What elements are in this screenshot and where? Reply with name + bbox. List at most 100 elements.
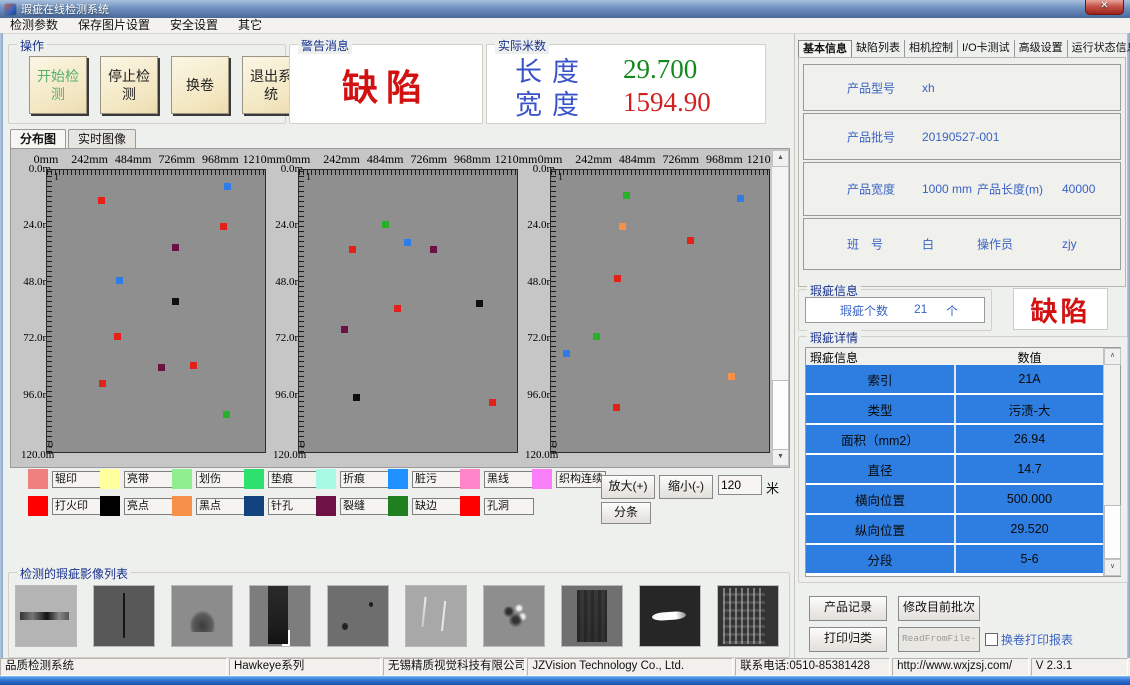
detail-row-面积（mm2）[interactable]: 面积（mm2）26.94 bbox=[806, 425, 1103, 455]
detail-row-纵向位置[interactable]: 纵向位置29.520 bbox=[806, 515, 1103, 545]
chart-scrollbar[interactable]: ▲▼ bbox=[771, 150, 788, 466]
scroll-down-arrow[interactable]: ∨ bbox=[1104, 559, 1121, 576]
status-segment: JZVision Technology Co., Ltd. bbox=[527, 658, 733, 676]
defect-marker bbox=[116, 277, 123, 284]
defect-thumbnail[interactable] bbox=[405, 585, 467, 647]
detail-row-横向位置[interactable]: 横向位置500.000 bbox=[806, 485, 1103, 515]
defect-marker bbox=[394, 305, 401, 312]
defect-thumbnail[interactable] bbox=[483, 585, 545, 647]
legend-label: 脏污 bbox=[412, 471, 462, 488]
plot-ruler-x bbox=[299, 170, 517, 175]
tab-分布图[interactable]: 分布图 bbox=[10, 129, 66, 149]
defect-thumbnail[interactable] bbox=[717, 585, 779, 647]
tab-缺陷列表[interactable]: 缺陷列表 bbox=[852, 40, 905, 57]
defect-marker bbox=[223, 411, 230, 418]
detail-table-scrollbar[interactable]: ∧∨ bbox=[1103, 348, 1120, 576]
zoom-in-button[interactable]: 放大(+) bbox=[601, 475, 655, 499]
op-button-换卷[interactable]: 换卷 bbox=[171, 56, 229, 114]
plot-area: 10 bbox=[550, 169, 770, 453]
defect-thumbnail[interactable] bbox=[15, 585, 77, 647]
status-segment: 联系电话:0510-85381428 bbox=[735, 658, 890, 676]
tab-高级设置[interactable]: 高级设置 bbox=[1015, 40, 1068, 57]
meter-label: 宽度 bbox=[515, 83, 623, 122]
print-sort-button[interactable]: 打印归类 bbox=[809, 627, 887, 652]
detail-cell-label: 面积（mm2） bbox=[806, 425, 956, 453]
product-field-value: zjy bbox=[1062, 237, 1077, 251]
plot-corner-label-top: 1 bbox=[54, 172, 59, 183]
legend-item-针孔: 针孔 bbox=[244, 496, 318, 516]
detail-row-直径[interactable]: 直径14.7 bbox=[806, 455, 1103, 485]
legend-item-脏污: 脏污 bbox=[388, 469, 462, 489]
detail-cell-value: 21A bbox=[956, 365, 1103, 393]
x-axis-tick: 968mm bbox=[454, 152, 491, 167]
menu-item-其它[interactable]: 其它 bbox=[228, 18, 272, 33]
legend-swatch bbox=[460, 469, 480, 489]
defect-image-list-title: 检测的瑕疵影像列表 bbox=[17, 565, 131, 582]
status-segment: 品质检测系统 bbox=[0, 658, 227, 676]
plot-corner-label-bottom: 0 bbox=[300, 440, 305, 451]
scatter-chart-1: 0mm242mm484mm726mm968mm1210mm0.0m24.0m48… bbox=[21, 149, 273, 467]
zoom-out-button[interactable]: 缩小(-) bbox=[659, 475, 713, 499]
scroll-up-arrow[interactable]: ∧ bbox=[1104, 348, 1121, 365]
defect-marker bbox=[613, 404, 620, 411]
meter-range-input[interactable] bbox=[718, 475, 762, 495]
detail-cell-label: 类型 bbox=[806, 395, 956, 423]
op-button-停止检测[interactable]: 停止检测 bbox=[100, 56, 158, 114]
x-axis-tick: 726mm bbox=[410, 152, 447, 167]
legend-label: 缺边 bbox=[412, 498, 462, 515]
detail-row-分段[interactable]: 分段5-6 bbox=[806, 545, 1103, 575]
tab-基本信息[interactable]: 基本信息 bbox=[798, 40, 852, 57]
view-tabs: 分布图实时图像 bbox=[10, 129, 138, 149]
defect-thumbnail[interactable] bbox=[639, 585, 701, 647]
product-field-label: 操作员 bbox=[977, 236, 1013, 253]
defect-marker bbox=[382, 221, 389, 228]
x-axis-tick: 242mm bbox=[71, 152, 108, 167]
defect-marker bbox=[593, 333, 600, 340]
tab-相机控制[interactable]: 相机控制 bbox=[905, 40, 958, 57]
legend-label: 折痕 bbox=[340, 471, 390, 488]
tab-实时图像[interactable]: 实时图像 bbox=[68, 129, 136, 149]
menu-item-保存图片设置[interactable]: 保存图片设置 bbox=[68, 18, 160, 33]
detail-table-header: 瑕疵信息数值 bbox=[806, 348, 1103, 366]
defect-thumbnail[interactable] bbox=[249, 585, 311, 647]
defect-marker bbox=[404, 239, 411, 246]
defect-thumbnail[interactable] bbox=[327, 585, 389, 647]
detail-cell-label: 横向位置 bbox=[806, 485, 956, 513]
product-record-button[interactable]: 产品记录 bbox=[809, 596, 887, 621]
roll-print-checkbox[interactable] bbox=[985, 633, 998, 646]
legend-item-孔洞: 孔洞 bbox=[460, 496, 534, 516]
status-segment: 无锡精质视觉科技有限公司 bbox=[383, 658, 525, 676]
warning-group-title: 警告消息 bbox=[298, 37, 352, 54]
product-field-value: xh bbox=[922, 81, 935, 95]
plot-ruler-y bbox=[47, 170, 52, 452]
scroll-up-arrow[interactable]: ▲ bbox=[772, 150, 789, 167]
detail-row-类型[interactable]: 类型污渍-大 bbox=[806, 395, 1103, 425]
op-button-开始检测[interactable]: 开始检测 bbox=[29, 56, 87, 114]
legend-swatch bbox=[100, 469, 120, 489]
modify-batch-button[interactable]: 修改目前批次 bbox=[898, 596, 980, 621]
menu-item-检测参数[interactable]: 检测参数 bbox=[0, 18, 68, 33]
legend-swatch bbox=[244, 469, 264, 489]
defect-marker bbox=[687, 237, 694, 244]
plot-corner-label-bottom: 0 bbox=[48, 440, 53, 451]
scroll-thumb[interactable] bbox=[772, 380, 789, 450]
split-button[interactable]: 分条 bbox=[601, 502, 651, 524]
tab-运行状态信息[interactable]: 运行状态信息 bbox=[1068, 40, 1130, 57]
defect-marker bbox=[728, 373, 735, 380]
meters-group: 实际米数 长度29.700宽度1594.90 bbox=[486, 44, 766, 124]
defect-thumbnail[interactable] bbox=[93, 585, 155, 647]
defect-thumbnail[interactable] bbox=[171, 585, 233, 647]
menu-item-安全设置[interactable]: 安全设置 bbox=[160, 18, 228, 33]
scroll-down-arrow[interactable]: ▼ bbox=[772, 449, 789, 466]
tab-I/O卡测试[interactable]: I/O卡测试 bbox=[958, 40, 1015, 57]
product-field-value: 白 bbox=[922, 236, 934, 253]
scatter-chart-3: 0mm242mm484mm726mm968mm1210mm0.0m24.0m48… bbox=[525, 149, 777, 467]
legend-swatch bbox=[460, 496, 480, 516]
defect-marker bbox=[619, 223, 626, 230]
scroll-thumb[interactable] bbox=[1104, 505, 1121, 559]
close-button[interactable]: ✕ bbox=[1085, 0, 1124, 15]
defect-thumbnail[interactable] bbox=[561, 585, 623, 647]
detail-row-索引[interactable]: 索引21A bbox=[806, 365, 1103, 395]
warning-message: 缺陷 bbox=[290, 59, 482, 111]
legend-label: 垫痕 bbox=[268, 471, 318, 488]
